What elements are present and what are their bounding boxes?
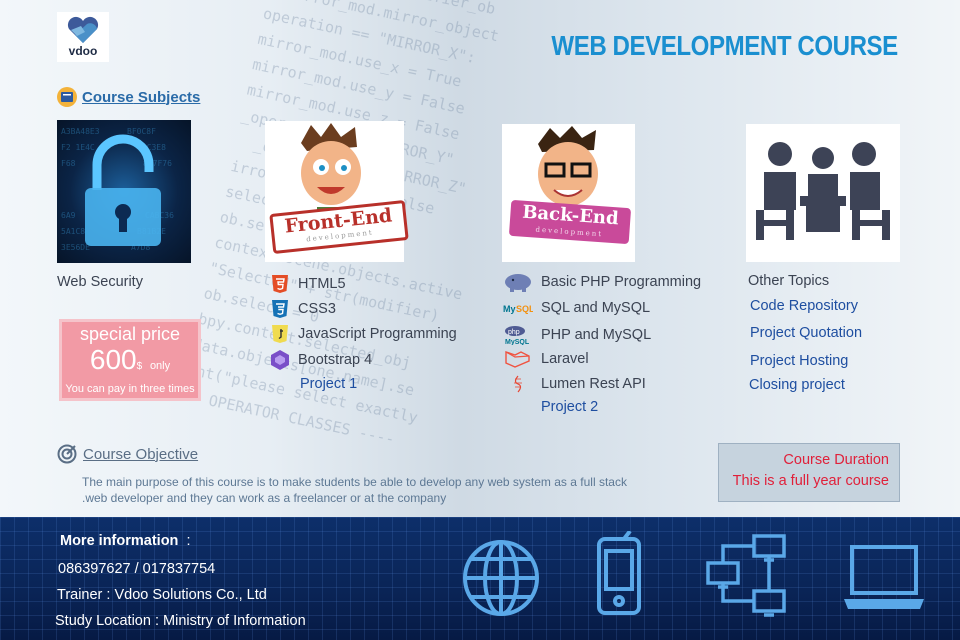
list-item: JavaScript Programming [270,324,457,344]
php-mysql-label: PHP and MySQL [541,327,652,343]
list-item: CSS3 [270,299,336,319]
course-subjects-rest: Subjects [133,88,201,106]
topic-code-repository: Code Repository [750,298,858,314]
study-location: Study Location : Ministry of Information [55,613,306,629]
special-price-amount-row: 600$ only [62,345,198,382]
list-item: Bootstrap 4 [270,349,372,371]
list-item: Laravel [503,349,589,369]
javascript-label: JavaScript Programming [298,326,457,342]
list-item: My SQL SQL and MySQL [503,299,650,317]
svg-text:MySQL: MySQL [505,339,530,345]
phone-numbers: 086397627 / 017837754 [58,561,216,577]
list-item: Lumen Rest API [503,374,646,394]
padlock-icon: A3BA48E3 BF0C8F F2 1E4C C2C3E8 F68 8F7F76 6… [61,127,174,252]
svg-text:F2 1E4C: F2 1E4C [61,143,95,152]
css3-label: CSS3 [298,301,336,317]
lumen-icon [514,375,522,393]
globe-icon [463,540,539,616]
svg-text:SQL: SQL [516,304,533,314]
network-computers-icon [706,534,786,617]
duration-title: Course Duration [783,452,889,468]
objective-line-2: .web developer and they can work as a fr… [82,491,447,505]
laravel-icon [505,351,530,368]
price-currency: $ [136,361,143,372]
css3-icon [272,300,288,318]
front-end-image: Front-End development [265,121,409,262]
vdoo-logo: vdoo [57,12,109,62]
more-info-colon: : [186,533,191,549]
course-objective-title: Course Objective [83,445,199,463]
course-subjects-heading: Course Subjects [56,86,200,108]
bootstrap-label: Bootstrap 4 [298,352,373,368]
svg-text:5A1C8: 5A1C8 [61,227,85,236]
course-objective-text: The main purpose of this course is to ma… [82,474,662,506]
price-note: You can pay in three times [65,383,195,395]
course-objective-heading: Course Objective [57,444,198,464]
laravel-label: Laravel [541,351,589,367]
svg-text:php: php [508,329,520,336]
list-item: HTML5 [270,274,346,294]
meeting-image [746,124,900,262]
lumen-label: Lumen Rest API [541,376,646,392]
target-icon [57,444,77,464]
logo-text: vdoo [68,44,98,58]
svg-text:3E56DE: 3E56DE [61,243,90,252]
more-info-label: More information : [60,533,191,549]
mobile-phone-icon [597,531,641,615]
course-flyer: mirror_mod = modifier_ob mirror_mod.mirr… [0,0,960,640]
meeting-people-icon [756,142,890,240]
javascript-icon [272,325,288,343]
php-mysql-icon: php MySQL [505,326,530,345]
html5-icon [272,275,288,293]
other-topics-label: Other Topics [748,273,830,289]
security-image: A3BA48E3 BF0C8F F2 1E4C C2C3E8 F68 8F7F76 6… [57,120,191,263]
price-only: only [149,360,171,372]
price-amount: 600 [89,344,137,375]
web-security-label: Web Security [57,274,143,290]
objective-line-1: The main purpose of this course is to ma… [82,475,627,489]
duration-text: This is a full year course [732,473,889,489]
list-item: Basic PHP Programming [503,272,701,292]
special-price-title: special price [79,324,181,344]
course-duration-box: Course Duration This is a full year cour… [718,443,900,502]
back-end-image: Back-End development [502,124,635,262]
page-title: WEB DEVELOPMENT COURSE [551,30,899,61]
svg-text:My: My [503,304,516,314]
project-2-label: Project 2 [541,399,599,415]
svg-text:BF0C8F: BF0C8F [127,127,156,136]
topic-closing-project: Closing project [749,377,845,393]
svg-text:A3BA48E3: A3BA48E3 [61,127,100,136]
svg-text:F68: F68 [61,159,76,168]
topic-project-quotation: Project Quotation [750,325,863,341]
sql-mysql-label: SQL and MySQL [541,300,651,316]
html5-label: HTML5 [298,276,346,292]
mysql-icon: My SQL [503,304,533,314]
book-icon [57,87,77,107]
list-item: php MySQL PHP and MySQL [503,325,651,345]
svg-text:6A9: 6A9 [61,211,76,220]
topic-project-hosting: Project Hosting [750,353,849,369]
basic-php-label: Basic PHP Programming [541,274,702,290]
heart-hands-icon [67,16,99,43]
laptop-icon [844,545,924,609]
project-1-label: Project 1 [300,376,358,392]
bootstrap-icon [271,350,289,370]
course-subjects-prefix: Course [82,88,134,106]
php-elephant-icon [505,274,531,292]
more-info-text: More information [60,533,179,549]
footer-bar: More information : 086397627 / 017837754… [0,517,960,640]
trainer-info: Trainer : Vdoo Solutions Co., Ltd [57,587,267,603]
special-price-box: special price 600$ only You can pay in t… [59,319,201,401]
